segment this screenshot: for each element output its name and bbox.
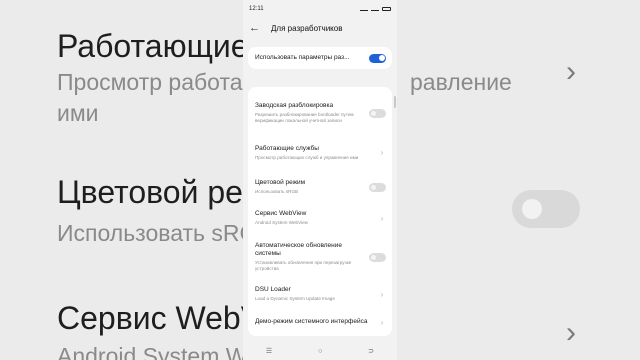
bg-chevron-icon: › xyxy=(566,316,576,349)
color-mode-switch[interactable] xyxy=(369,182,386,192)
bg-subtitle-webview: Android System We xyxy=(57,343,260,360)
bg-subtitle-running-services-tail: равление xyxy=(410,69,512,95)
setting-subtitle: Load a Dynamic System Update Image xyxy=(255,296,335,302)
setting-title: Демо-режим системного интерфейса xyxy=(255,318,368,325)
bg-title-running-services: Работающие с xyxy=(57,28,274,64)
setting-color-mode[interactable]: Цветовой режим Использовать sRGB xyxy=(248,172,392,202)
home-icon[interactable]: ○ xyxy=(318,348,322,355)
setting-subtitle: Просмотр работающих служб и управление и… xyxy=(255,154,359,160)
setting-auto-update[interactable]: Автоматическое обновление системы Устана… xyxy=(248,234,392,280)
app-bar: ← Для разработчиков xyxy=(243,18,397,38)
wifi-icon xyxy=(371,7,379,11)
page-title: Для разработчиков xyxy=(271,23,343,33)
phone-screen: 12:11 ← Для разработчиков Использовать п… xyxy=(243,0,397,360)
setting-title: DSU Loader xyxy=(255,286,291,294)
bg-title-color-mode: Цветовой реж xyxy=(57,174,264,210)
developer-options-toggle-row[interactable]: Использовать параметры раз... xyxy=(248,47,392,69)
back-icon[interactable]: ⊃ xyxy=(368,347,374,355)
bg-subtitle-color-mode: Использовать sRG xyxy=(57,220,258,246)
recents-icon[interactable]: ☰ xyxy=(266,347,272,355)
settings-list: Заводская разблокировка Разрешить разбло… xyxy=(248,87,392,336)
battery-icon xyxy=(382,7,391,11)
chevron-right-icon: › xyxy=(380,148,384,157)
setting-subtitle: Устанавливать обновления при перезагрузк… xyxy=(255,260,352,271)
navigation-bar: ☰ ○ ⊃ xyxy=(243,342,397,360)
chevron-right-icon: › xyxy=(380,289,384,299)
setting-title: Автоматическое обновление системы xyxy=(255,242,343,258)
setting-title: Сервис WebView xyxy=(255,210,307,218)
setting-title: Работающие службы xyxy=(255,144,319,152)
back-arrow-icon[interactable]: ← xyxy=(249,22,265,34)
status-bar: 12:11 xyxy=(243,0,397,18)
setting-webview[interactable]: Сервис WebView Android System WebView › xyxy=(248,202,392,234)
bg-toggle-icon xyxy=(512,190,580,228)
status-time: 12:11 xyxy=(249,6,264,12)
oem-unlock-switch[interactable] xyxy=(369,108,386,118)
chevron-right-icon: › xyxy=(380,213,384,223)
setting-title: Цветовой режим xyxy=(255,179,306,187)
bg-subtitle-running-services-line2: ими xyxy=(57,100,99,126)
bg-title-webview: Сервис WebVi xyxy=(57,300,269,336)
signal-icon xyxy=(360,7,368,11)
setting-title: Заводская разблокировка xyxy=(255,102,334,110)
chevron-right-icon: › xyxy=(380,317,384,327)
setting-subtitle: Разрешить разблокирование bootloader пут… xyxy=(255,112,354,123)
developer-options-label: Использовать параметры раз... xyxy=(255,54,350,61)
setting-running-services[interactable]: Работающие службы Просмотр работающих сл… xyxy=(248,133,392,172)
status-icons xyxy=(360,7,391,11)
bg-chevron-icon: › xyxy=(566,55,576,88)
setting-subtitle: Android System WebView xyxy=(255,220,308,226)
setting-demo-mode[interactable]: Демо-режим системного интерфейса › xyxy=(248,308,392,336)
setting-subtitle: Использовать sRGB xyxy=(255,189,299,195)
auto-update-switch[interactable] xyxy=(369,252,386,262)
developer-options-switch[interactable] xyxy=(369,53,386,63)
setting-dsu-loader[interactable]: DSU Loader Load a Dynamic System Update … xyxy=(248,280,392,308)
setting-oem-unlock[interactable]: Заводская разблокировка Разрешить разбло… xyxy=(248,93,392,133)
scrollbar[interactable] xyxy=(394,96,396,108)
